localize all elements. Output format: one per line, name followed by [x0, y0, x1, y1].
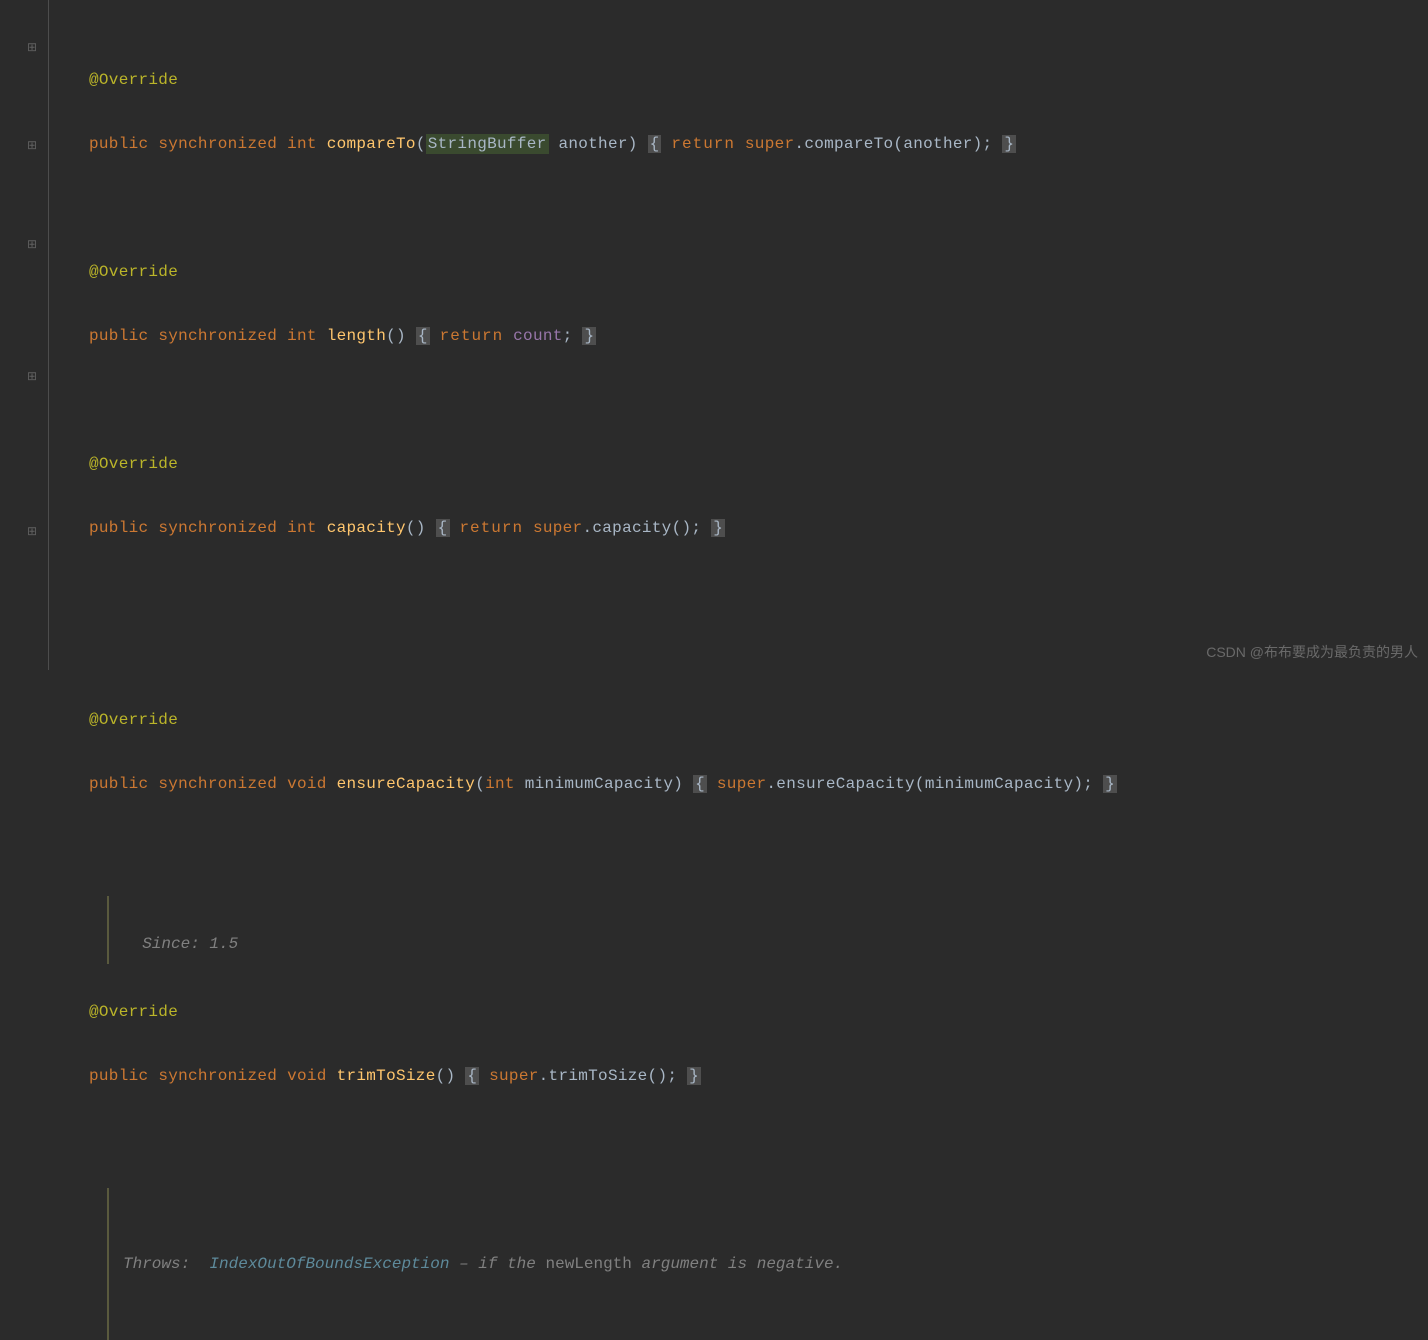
method-name: capacity [327, 519, 406, 537]
code-line: public synchronized int length() { retur… [45, 320, 1117, 352]
doc-since-label: Since: [142, 935, 200, 953]
fold-icon[interactable]: ⊞ [27, 237, 37, 252]
annotation: @Override [89, 263, 178, 281]
param-type-highlight: StringBuffer [426, 134, 549, 154]
code-line: public synchronized void ensureCapacity(… [45, 768, 1117, 800]
doc-since-value: 1.5 [200, 935, 238, 953]
field-ref: count [513, 327, 563, 345]
code-line: @Override [45, 448, 1117, 480]
keyword-synchronized: synchronized [158, 135, 277, 153]
doc-seealso-link[interactable]: length() [219, 1339, 296, 1340]
code-editor[interactable]: @Override public synchronized int compar… [45, 0, 1117, 1340]
code-line: @Override [45, 256, 1117, 288]
code-line: public synchronized void trimToSize() { … [45, 1060, 1117, 1092]
keyword-int: int [287, 135, 317, 153]
watermark: CSDN @布布要成为最负责的男人 [1206, 642, 1418, 662]
fold-icon[interactable]: ⊞ [27, 138, 37, 153]
gutter: ⊞ ⊞ ⊞ ⊞ ⊞ [0, 0, 45, 670]
doc-throws-label: Throws: [123, 1255, 190, 1273]
annotation: @Override [89, 71, 178, 89]
method-name: length [327, 327, 386, 345]
method-name: compareTo [327, 135, 416, 153]
code-line: @Override [45, 704, 1117, 736]
fold-icon[interactable]: ⊞ [27, 40, 37, 55]
code-line: @Override [45, 996, 1117, 1028]
javadoc-block: Throws: IndexOutOfBoundsException – if t… [107, 1188, 1117, 1340]
param-name: another [558, 135, 627, 153]
method-name: ensureCapacity [337, 775, 476, 793]
code-line: public synchronized int compareTo(String… [45, 128, 1117, 160]
doc-seealso-label: See Also: [123, 1339, 209, 1340]
annotation: @Override [89, 1003, 178, 1021]
param-name: minimumCapacity [525, 775, 674, 793]
doc-code: newLength [545, 1255, 631, 1273]
code-line: public synchronized int capacity() { ret… [45, 512, 1117, 544]
keyword-public: public [89, 135, 148, 153]
annotation: @Override [89, 455, 178, 473]
code-line: @Override [45, 64, 1117, 96]
fold-icon[interactable]: ⊞ [27, 369, 37, 384]
annotation: @Override [89, 711, 178, 729]
doc-exception-link[interactable]: IndexOutOfBoundsException [209, 1255, 449, 1273]
method-name: trimToSize [337, 1067, 436, 1085]
javadoc-block: Since: 1.5 [107, 896, 1117, 964]
fold-icon[interactable]: ⊞ [27, 524, 37, 539]
